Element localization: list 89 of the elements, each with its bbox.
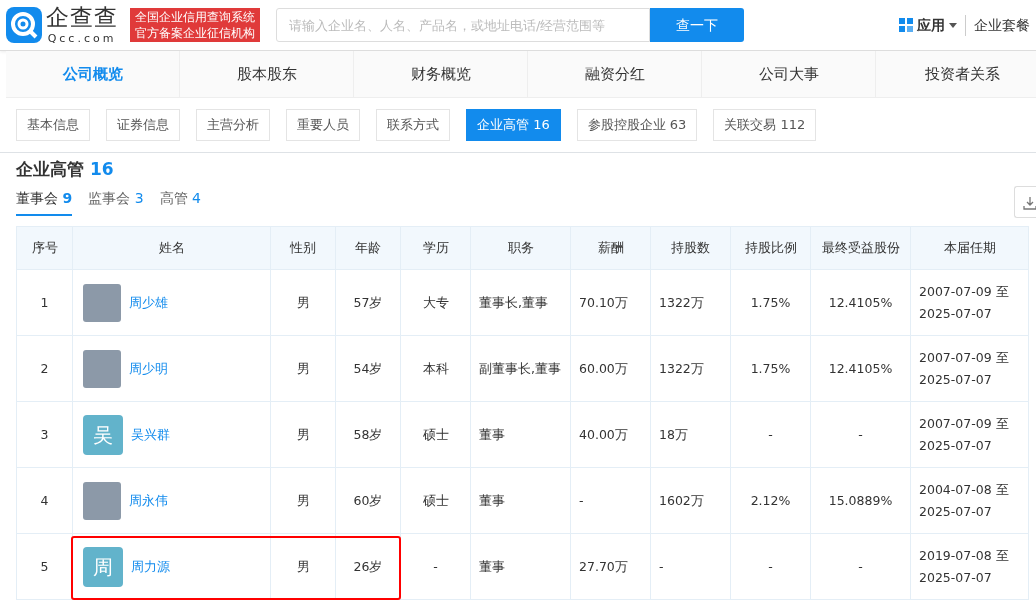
column-header: 姓名 — [72, 226, 271, 270]
table-cell: 副董事长,董事 — [470, 335, 571, 402]
table-cell: 男 — [270, 467, 336, 534]
table-cell: 5 — [16, 533, 73, 600]
column-header: 最终受益股份 — [810, 226, 911, 270]
table-cell: - — [810, 533, 911, 600]
table-cell: 12.4105% — [810, 335, 911, 402]
table-cell: 60岁 — [335, 467, 401, 534]
table-cell: 董事 — [470, 467, 571, 534]
apps-menu-button[interactable]: 应用 — [917, 14, 957, 36]
table-cell: 60.00万 — [570, 335, 651, 402]
table-cell: 董事 — [470, 401, 571, 468]
person-link[interactable]: 周永伟 — [129, 489, 168, 512]
table-cell: 1.75% — [730, 269, 811, 336]
person-link[interactable]: 周少明 — [129, 357, 168, 380]
column-header: 持股比例 — [730, 226, 811, 270]
badge-line: 全国企业信用查询系统 — [135, 9, 255, 25]
download-button[interactable] — [1014, 186, 1036, 218]
table-cell: 1322万 — [650, 335, 731, 402]
filter-tab[interactable]: 监事会 3 — [88, 188, 144, 216]
section-title: 企业高管 16 — [16, 157, 115, 181]
section-tab[interactable]: 参股控股企业 63 — [576, 109, 698, 141]
caret-icon — [949, 22, 957, 28]
table-cell: 12.4105% — [810, 269, 911, 336]
column-header: 本届任期 — [910, 226, 1029, 270]
search-button[interactable]: 查一下 — [650, 8, 744, 42]
column-header: 职务 — [470, 226, 571, 270]
person-link[interactable]: 周少雄 — [129, 291, 168, 314]
table-cell: 本科 — [400, 335, 471, 402]
filter-tab[interactable]: 董事会 9 — [16, 188, 73, 216]
table-cell: - — [810, 401, 911, 468]
section-tab[interactable]: 重要人员 — [286, 109, 360, 141]
table-cell: 董事 — [470, 533, 571, 600]
avatar: 周 — [83, 546, 123, 587]
section-tab[interactable]: 关联交易 112 — [713, 109, 817, 141]
table-cell: 男 — [270, 335, 336, 402]
avatar: 吴 — [83, 414, 123, 455]
table-cell: 1.75% — [730, 335, 811, 402]
logo-name: 企查查 — [46, 6, 118, 29]
table-cell: 1 — [16, 269, 73, 336]
section-tab[interactable]: 基本信息 — [16, 109, 90, 141]
section-tab[interactable]: 主营分析 — [196, 109, 270, 141]
download-icon — [1022, 195, 1036, 210]
section-tab[interactable]: 联系方式 — [376, 109, 450, 141]
table-cell: - — [570, 467, 651, 534]
apps-grid-icon — [899, 18, 913, 32]
table-cell: 54岁 — [335, 335, 401, 402]
table-cell: 3 — [16, 401, 73, 468]
table-cell: - — [400, 533, 471, 600]
table-cell: 男 — [270, 269, 336, 336]
table-cell: 58岁 — [335, 401, 401, 468]
table-cell: 40.00万 — [570, 401, 651, 468]
person-link[interactable]: 周力源 — [131, 555, 170, 578]
table-cell: 15.0889% — [810, 467, 911, 534]
table-cell: 大专 — [400, 269, 471, 336]
column-header: 薪酬 — [570, 226, 651, 270]
person-link[interactable]: 吴兴群 — [131, 423, 170, 446]
section-tab[interactable]: 企业高管 16 — [466, 109, 561, 141]
table-cell: 2.12% — [730, 467, 811, 534]
column-header: 序号 — [16, 226, 73, 270]
table-cell: 硕士 — [400, 467, 471, 534]
plans-link[interactable]: 企业套餐 — [974, 14, 1030, 36]
photo-placeholder — [83, 481, 121, 520]
table-cell: 硕士 — [400, 401, 471, 468]
table-cell: 70.10万 — [570, 269, 651, 336]
table-cell: 18万 — [650, 401, 731, 468]
table-cell: 57岁 — [335, 269, 401, 336]
filter-tab[interactable]: 高管 4 — [159, 188, 201, 216]
table-cell: - — [730, 533, 811, 600]
table-cell: - — [730, 401, 811, 468]
badge-line: 官方备案企业征信机构 — [135, 25, 255, 41]
table-cell: 4 — [16, 467, 73, 534]
table-cell: 男 — [270, 401, 336, 468]
search-field[interactable]: 请输入企业名、人名、产品名，或地址电话/经营范围等 — [276, 8, 650, 42]
photo-placeholder — [83, 283, 121, 322]
table-cell: 1322万 — [650, 269, 731, 336]
column-header: 持股数 — [650, 226, 731, 270]
section-tab[interactable]: 证券信息 — [106, 109, 180, 141]
table-cell: 27.70万 — [570, 533, 651, 600]
table-cell: 董事长,董事 — [470, 269, 571, 336]
table-cell: 1602万 — [650, 467, 731, 534]
column-header: 性别 — [270, 226, 336, 270]
table-cell: - — [650, 533, 731, 600]
photo-placeholder — [83, 349, 121, 388]
logo-icon — [6, 7, 42, 43]
table-cell: 2 — [16, 335, 73, 402]
column-header: 学历 — [400, 226, 471, 270]
logo-domain: Qcc.com — [47, 33, 117, 44]
column-header: 年龄 — [335, 226, 401, 270]
